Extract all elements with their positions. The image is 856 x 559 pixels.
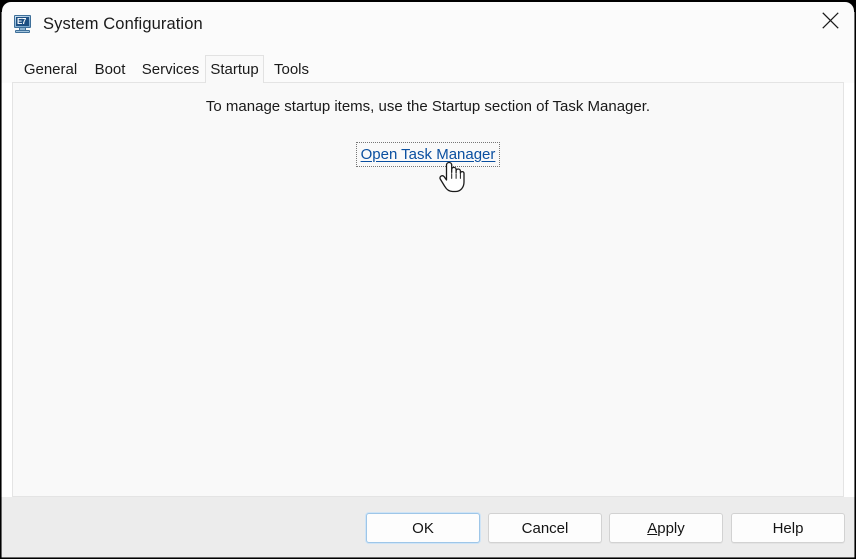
apply-button-label: Apply: [647, 520, 685, 537]
tab-general-label: General: [23, 60, 78, 78]
ok-button[interactable]: OK: [366, 513, 480, 543]
dialog-button-bar: OK Cancel Apply Help: [0, 497, 856, 559]
tab-general[interactable]: General: [14, 55, 87, 83]
apply-button[interactable]: Apply: [609, 513, 723, 543]
title-bar: E7 System Configuration: [0, 0, 856, 48]
tab-boot[interactable]: Boot: [87, 55, 133, 83]
close-button[interactable]: [804, 0, 856, 40]
system-configuration-window: E7 System Configuration General Boot Ser…: [0, 0, 856, 559]
system-configuration-icon: E7: [13, 15, 33, 33]
close-icon: [821, 11, 839, 29]
tab-services[interactable]: Services: [133, 55, 208, 83]
help-button[interactable]: Help: [731, 513, 845, 543]
open-task-manager-link-wrapper: Open Task Manager: [13, 142, 843, 167]
cancel-button-label: Cancel: [521, 519, 569, 537]
tab-services-label: Services: [141, 60, 200, 78]
tab-boot-label: Boot: [94, 60, 126, 78]
window-title: System Configuration: [43, 14, 203, 33]
tab-startup[interactable]: Startup: [205, 55, 264, 83]
apply-rest: pply: [657, 519, 685, 537]
startup-tab-panel: To manage startup items, use the Startup…: [12, 82, 844, 497]
tab-tools[interactable]: Tools: [267, 55, 316, 83]
ok-button-label: OK: [412, 519, 434, 537]
tab-startup-label: Startup: [210, 61, 259, 78]
tab-strip: General Boot Services Startup Tools: [0, 48, 856, 83]
app-icon-glyph: E7: [17, 17, 26, 26]
title-bar-left-group: E7 System Configuration: [13, 0, 203, 48]
open-task-manager-link[interactable]: Open Task Manager: [355, 142, 501, 167]
help-button-label: Help: [772, 519, 804, 537]
tab-tools-label: Tools: [273, 60, 310, 78]
apply-accel-letter: A: [647, 519, 658, 537]
startup-hint-text: To manage startup items, use the Startup…: [205, 98, 651, 115]
cancel-button[interactable]: Cancel: [488, 513, 602, 543]
